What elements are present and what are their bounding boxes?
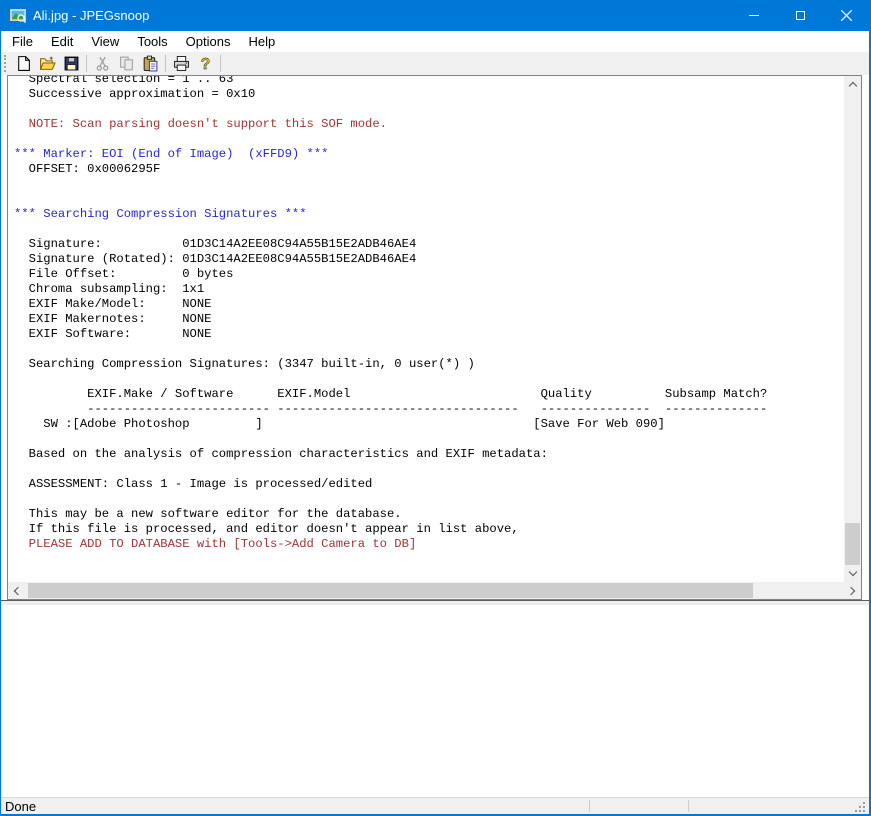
vertical-scrollbar-thumb[interactable]: [845, 523, 860, 565]
output-line: OFFSET: 0x0006295F: [14, 162, 844, 177]
chevron-up-icon: [848, 82, 856, 90]
toolbar-separator: [220, 55, 221, 72]
menu-bar: File Edit View Tools Options Help: [1, 31, 869, 52]
print-icon: [173, 55, 190, 72]
maximize-button[interactable]: [777, 0, 823, 31]
toolbar-gripper[interactable]: [4, 55, 7, 72]
output-line: Successive approximation = 0x10: [14, 87, 844, 102]
chevron-right-icon: [847, 586, 855, 594]
toolbar-print-button[interactable]: [169, 53, 193, 75]
output-line: Searching Compression Signatures: (3347 …: [14, 357, 844, 372]
horizontal-scrollbar[interactable]: [8, 582, 861, 599]
minimize-icon: [749, 15, 759, 16]
open-folder-icon: [39, 55, 56, 72]
scroll-left-button[interactable]: [8, 582, 25, 599]
statusbar-separator: [688, 800, 689, 812]
scroll-down-button[interactable]: [844, 565, 861, 582]
output-line: *** Searching Compression Signatures ***: [14, 207, 844, 222]
toolbar: ?: [1, 52, 869, 75]
output-line: Based on the analysis of compression cha…: [14, 447, 844, 462]
menu-tools[interactable]: Tools: [128, 32, 176, 51]
paste-clipboard-icon: [142, 55, 159, 72]
output-line: This may be a new software editor for th…: [14, 507, 844, 522]
output-line: Chroma subsampling: 1x1: [14, 282, 844, 297]
output-line: [14, 177, 844, 192]
output-line: ASSESSMENT: Class 1 - Image is processed…: [14, 477, 844, 492]
toolbar-paste-button[interactable]: [138, 53, 162, 75]
output-line: PLEASE ADD TO DATABASE with [Tools->Add …: [14, 537, 844, 552]
horizontal-scrollbar-thumb[interactable]: [28, 583, 753, 598]
output-line: [14, 102, 844, 117]
toolbar-separator: [165, 55, 166, 72]
resize-grip-icon[interactable]: [855, 802, 865, 812]
menu-help[interactable]: Help: [239, 32, 284, 51]
toolbar-open-button[interactable]: [35, 53, 59, 75]
output-line: Signature: 01D3C14A2EE08C94A55B15E2ADB46…: [14, 237, 844, 252]
output-line: EXIF Make/Model: NONE: [14, 297, 844, 312]
output-line: Spectral selection = 1 .. 63: [14, 76, 844, 87]
output-line: EXIF Software: NONE: [14, 327, 844, 342]
svg-text:?: ?: [200, 56, 210, 72]
output-line: Signature (Rotated): 01D3C14A2EE08C94A55…: [14, 252, 844, 267]
title-bar: Ali.jpg - JPEGsnoop: [1, 0, 869, 31]
maximize-icon: [796, 11, 805, 20]
output-line: [14, 492, 844, 507]
menu-options[interactable]: Options: [177, 32, 240, 51]
output-line: [14, 222, 844, 237]
toolbar-new-button[interactable]: [11, 53, 35, 75]
copy-icon: [118, 55, 135, 72]
app-icon: [10, 8, 26, 24]
toolbar-separator: [86, 55, 87, 72]
toolbar-cut-button: [90, 53, 114, 75]
window-title: Ali.jpg - JPEGsnoop: [33, 8, 149, 23]
output-line: NOTE: Scan parsing doesn't support this …: [14, 117, 844, 132]
analysis-output[interactable]: Spectral selection = 1 .. 63 Successive …: [8, 76, 844, 582]
toolbar-save-button[interactable]: [59, 53, 83, 75]
output-line: [14, 342, 844, 357]
output-line: [14, 432, 844, 447]
output-line: File Offset: 0 bytes: [14, 267, 844, 282]
scroll-up-button[interactable]: [844, 76, 861, 93]
image-preview-pane: [1, 604, 869, 797]
save-floppy-icon: [63, 55, 80, 72]
status-text: Done: [5, 799, 36, 814]
jpegsnoop-window: Ali.jpg - JPEGsnoop File Edit View Tools…: [0, 0, 871, 816]
chevron-left-icon: [14, 586, 22, 594]
output-line: If this file is processed, and editor do…: [14, 522, 844, 537]
chevron-down-icon: [848, 568, 856, 576]
cut-scissors-icon: [94, 55, 111, 72]
output-line: [14, 132, 844, 147]
menu-file[interactable]: File: [3, 32, 42, 51]
status-bar: Done: [1, 797, 869, 816]
menu-view[interactable]: View: [82, 32, 128, 51]
output-line: *** Marker: EOI (End of Image) (xFFD9) *…: [14, 147, 844, 162]
close-button[interactable]: [823, 0, 869, 31]
toolbar-about-button[interactable]: ?: [193, 53, 217, 75]
toolbar-copy-button: [114, 53, 138, 75]
output-line: SW :[Adobe Photoshop ] [Save For Web 090…: [14, 417, 844, 432]
help-question-icon: ?: [197, 55, 214, 72]
output-line: EXIF Makernotes: NONE: [14, 312, 844, 327]
output-line: EXIF.Make / Software EXIF.Model Quality …: [14, 387, 844, 402]
statusbar-separator: [589, 800, 590, 812]
menu-edit[interactable]: Edit: [42, 32, 82, 51]
close-icon: [841, 10, 852, 21]
output-line: [14, 192, 844, 207]
minimize-button[interactable]: [731, 0, 777, 31]
new-document-icon: [15, 55, 32, 72]
vertical-scrollbar[interactable]: [844, 76, 861, 582]
output-line: [14, 462, 844, 477]
analysis-output-pane[interactable]: Spectral selection = 1 .. 63 Successive …: [7, 75, 862, 600]
scroll-right-button[interactable]: [844, 582, 861, 599]
output-line: ------------------------- --------------…: [14, 402, 844, 417]
output-line: [14, 372, 844, 387]
